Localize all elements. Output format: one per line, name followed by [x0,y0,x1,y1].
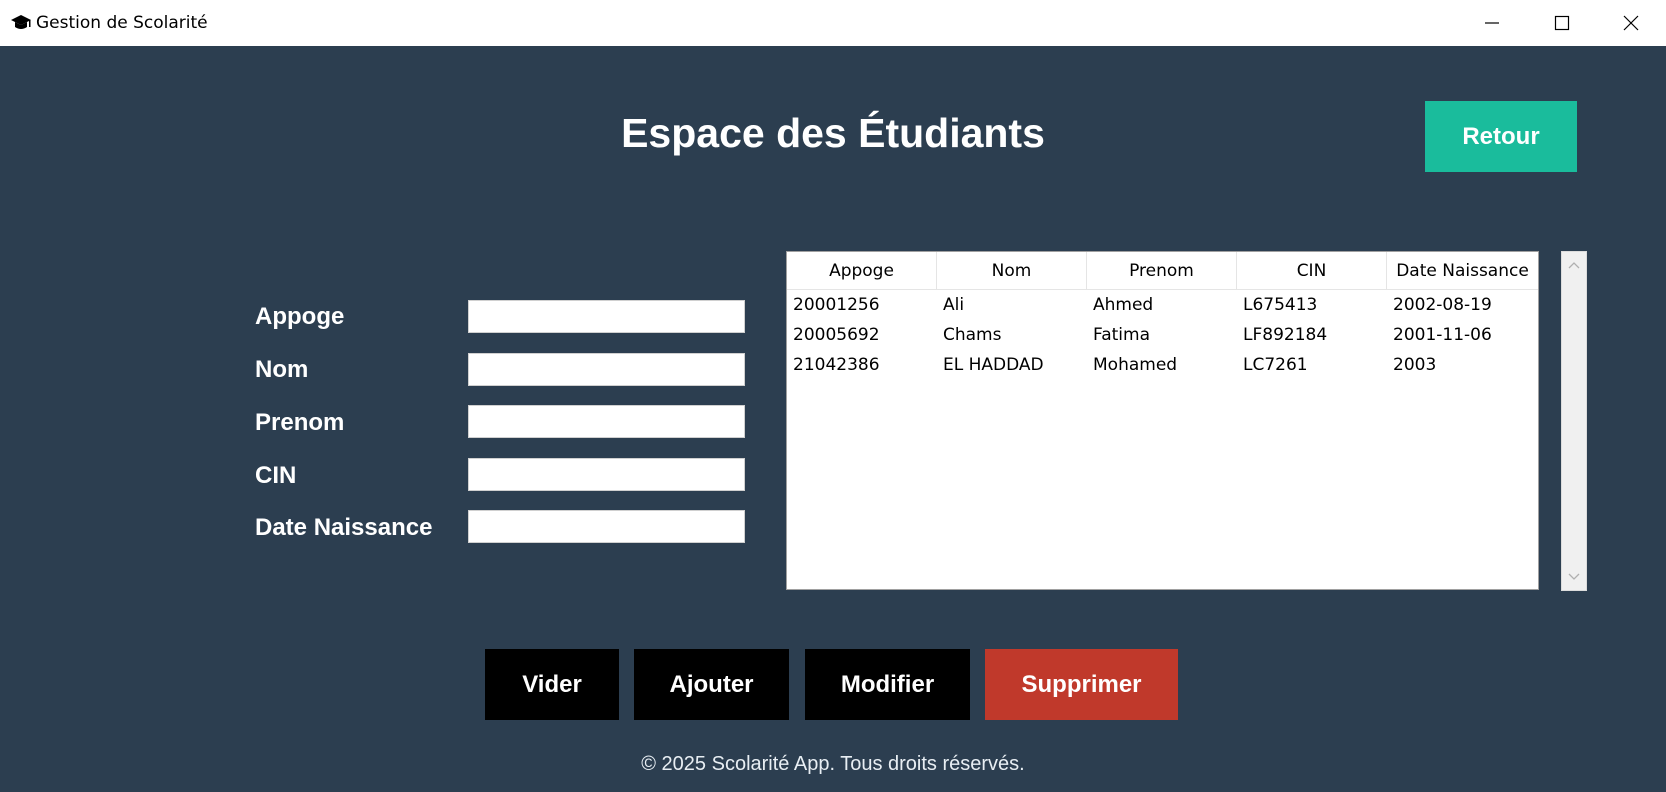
column-header-date-naissance[interactable]: Date Naissance [1387,252,1538,289]
date-naissance-input[interactable] [468,510,745,543]
table-scrollbar[interactable] [1561,251,1587,591]
footer-copyright: © 2025 Scolarité App. Tous droits réserv… [641,753,1025,775]
column-header-prenom[interactable]: Prenom [1087,252,1237,289]
column-header-nom[interactable]: Nom [937,252,1087,289]
table-cell: 21042386 [793,355,880,375]
table-row[interactable]: 20005692 Chams Fatima LF892184 2001-11-0… [787,320,1538,350]
chevron-down-icon [1568,573,1580,580]
table-cell: Ali [943,295,965,315]
graduation-cap-icon [10,12,32,34]
table-cell: 2002-08-19 [1393,295,1492,315]
minimize-icon [1485,22,1499,24]
page-title-text: Espace des Étudiants [621,110,1045,156]
window-titlebar: Gestion de Scolarité [0,0,1666,46]
table-cell: L675413 [1243,295,1318,315]
delete-button[interactable]: Supprimer [985,649,1178,720]
maximize-icon [1554,15,1570,31]
appoge-label: Appoge [255,303,345,330]
table-cell: 2003 [1393,355,1437,375]
close-icon [1623,15,1639,31]
date-naissance-label: Date Naissance [255,514,433,541]
clear-button[interactable]: Vider [485,649,619,720]
cin-label: CIN [255,462,297,489]
table-cell: Chams [943,325,1002,345]
column-header-appoge[interactable]: Appoge [787,252,937,289]
minimize-button[interactable] [1457,0,1527,46]
column-header-cin[interactable]: CIN [1237,252,1387,289]
table-cell: Fatima [1093,325,1151,345]
scroll-up-button[interactable] [1562,252,1586,278]
table-row[interactable]: 20001256 Ali Ahmed L675413 2002-08-19 [787,290,1538,320]
add-button[interactable]: Ajouter [634,649,789,720]
prenom-input[interactable] [468,405,745,438]
scroll-down-button[interactable] [1562,564,1586,590]
cin-input[interactable] [468,458,745,491]
table-cell: Mohamed [1093,355,1178,375]
table-header: Appoge Nom Prenom CIN Date Naissance [787,252,1538,290]
prenom-label: Prenom [255,409,345,436]
appoge-input[interactable] [468,300,745,333]
table-cell: 20005692 [793,325,880,345]
table-cell: LF892184 [1243,325,1328,345]
table-cell: Ahmed [1093,295,1154,315]
table-cell: 20001256 [793,295,880,315]
nom-label: Nom [255,356,309,383]
chevron-up-icon [1568,262,1580,269]
back-button[interactable]: Retour [1425,101,1577,172]
edit-button[interactable]: Modifier [805,649,970,720]
close-button[interactable] [1596,0,1666,46]
table-cell: 2001-11-06 [1393,325,1492,345]
maximize-button[interactable] [1527,0,1597,46]
table-cell: LC7261 [1243,355,1308,375]
nom-input[interactable] [468,353,745,386]
page-title: Espace des Étudiants [0,110,1666,157]
window-title: Gestion de Scolarité [36,13,208,33]
students-table[interactable]: Appoge Nom Prenom CIN Date Naissance 200… [786,251,1539,590]
table-row[interactable]: 21042386 EL HADDAD Mohamed LC7261 2003 [787,350,1538,380]
table-cell: EL HADDAD [943,355,1044,375]
